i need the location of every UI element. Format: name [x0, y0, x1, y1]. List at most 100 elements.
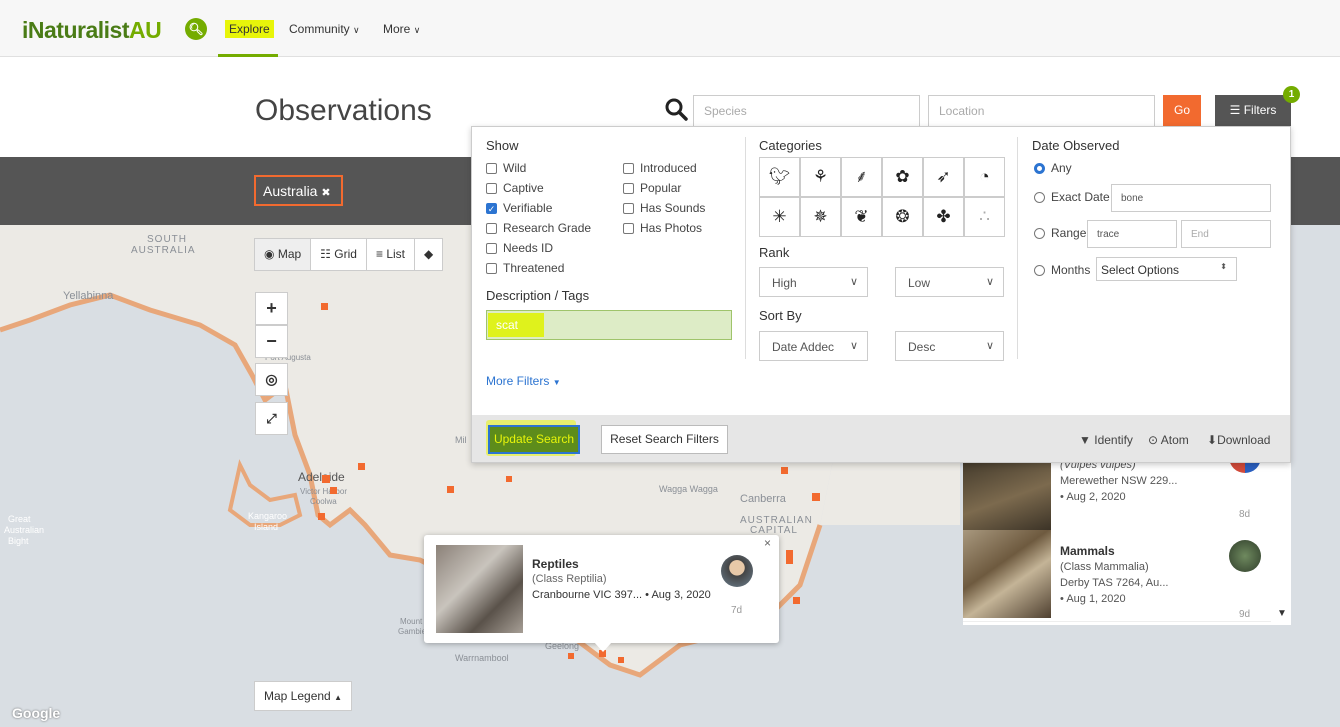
plant-icon[interactable]: ❦ [841, 197, 882, 237]
fullscreen-icon[interactable]: ⤢ [255, 402, 288, 435]
place-chip[interactable]: Australia ✖ [254, 175, 343, 206]
zoom-out-button[interactable]: − [255, 325, 288, 358]
radio-dot[interactable] [1034, 264, 1045, 276]
download-link[interactable]: ⬇Download [1207, 433, 1270, 447]
rank-high-select[interactable]: High ∨ [759, 267, 868, 297]
site-logo[interactable]: iNaturalistAU [22, 17, 162, 44]
exact-date-input[interactable]: bone [1111, 184, 1271, 212]
checkbox-label: Popular [640, 181, 682, 195]
checkbox-wild[interactable]: Wild [486, 161, 526, 175]
radio-any[interactable]: Any [1034, 161, 1072, 175]
observation-marker[interactable] [506, 476, 512, 482]
protozoa-icon[interactable]: ✤ [923, 197, 964, 237]
observation-marker[interactable] [793, 597, 800, 604]
checkbox-box[interactable] [486, 262, 497, 274]
observation-marker[interactable] [568, 653, 574, 659]
checkbox-box[interactable]: ✓ [486, 202, 497, 214]
scroll-down-icon[interactable]: ▼ [1277, 608, 1287, 619]
checkbox-introduced[interactable]: Introduced [623, 161, 697, 175]
reptile-icon[interactable]: ⸙ [841, 157, 882, 197]
fungi-icon[interactable]: ❂ [882, 197, 923, 237]
avatar[interactable] [1229, 540, 1261, 572]
range-end-input[interactable]: End [1181, 220, 1271, 248]
checkbox-box[interactable] [623, 162, 634, 174]
locate-icon[interactable]: ◎ [255, 363, 288, 396]
location-input[interactable]: Location [928, 95, 1155, 127]
nav-explore[interactable]: Explore [225, 20, 274, 38]
checkbox-box[interactable] [623, 182, 634, 194]
tab-map[interactable]: ◉ Map [255, 239, 312, 270]
checkbox-has-sounds[interactable]: Has Sounds [623, 201, 705, 215]
observation-marker[interactable] [318, 513, 325, 520]
mammal-icon[interactable]: ✿ [882, 157, 923, 197]
range-start-input[interactable]: trace [1087, 220, 1177, 248]
checkbox-verifiable[interactable]: ✓ Verifiable [486, 201, 552, 215]
tab-grid[interactable]: ☷ Grid [311, 239, 367, 270]
nav-more[interactable]: More ∨ [383, 22, 420, 36]
checkbox-box[interactable] [623, 222, 634, 234]
search-icon[interactable]: 🔍︎ [185, 18, 207, 40]
radio-dot[interactable] [1034, 227, 1045, 239]
observation-popup[interactable]: Reptiles (Class Reptilia) Cranbourne VIC… [424, 535, 779, 643]
unknown-icon[interactable]: ∴ [964, 197, 1005, 237]
atom-link[interactable]: ⊙ Atom [1148, 433, 1189, 447]
map-label: Kangaroo [248, 511, 288, 521]
sort-order-select[interactable]: Desc ∨ [895, 331, 1004, 361]
radio-dot[interactable] [1034, 162, 1045, 174]
checkbox-box[interactable] [486, 162, 497, 174]
months-select[interactable]: Select Options ⬍ [1096, 257, 1237, 281]
identify-link[interactable]: ▼ Identify [1079, 433, 1133, 447]
nav-community[interactable]: Community ∨ [289, 22, 360, 36]
radio-exact-date[interactable]: Exact Date [1034, 190, 1110, 204]
more-filters-link[interactable]: More Filters ▼ [486, 374, 561, 388]
checkbox-research-grade[interactable]: Research Grade [486, 221, 591, 235]
checkbox-popular[interactable]: Popular [623, 181, 681, 195]
observation-marker[interactable] [330, 487, 337, 494]
mollusk-icon[interactable]: ◔ [964, 157, 1005, 197]
list-item[interactable]: Mammals (Class Mammalia) Derby TAS 7264,… [963, 530, 1271, 622]
checkbox-box[interactable] [486, 242, 497, 254]
observation-marker[interactable] [812, 493, 820, 501]
popup-taxon-name[interactable]: Reptiles [532, 557, 579, 571]
observation-marker[interactable] [781, 467, 788, 474]
zoom-in-button[interactable]: + [255, 292, 288, 325]
checkbox-box[interactable] [623, 202, 634, 214]
checkbox-has-photos[interactable]: Has Photos [623, 221, 702, 235]
checkbox-captive[interactable]: Captive [486, 181, 544, 195]
update-search-button[interactable]: Update Search [488, 425, 580, 454]
checkbox-needs-id[interactable]: Needs ID [486, 241, 553, 255]
species-input[interactable]: Species [693, 95, 920, 127]
tab-list[interactable]: ≡ List [366, 239, 415, 270]
observation-photo[interactable] [436, 545, 523, 633]
observation-thumbnail[interactable] [963, 530, 1051, 618]
observation-marker[interactable] [358, 463, 365, 470]
radio-dot[interactable] [1034, 191, 1045, 203]
bird-icon[interactable]: 🐦︎ [759, 157, 800, 197]
category-grid: 🐦︎ ⚘ ⸙ ✿ ➶ ◔ ✳ ✵ ❦ ❂ ✤ ∴ [759, 157, 1005, 237]
fish-icon[interactable]: ➶ [923, 157, 964, 197]
amphibian-icon[interactable]: ⚘ [800, 157, 841, 197]
close-icon[interactable]: × [764, 536, 771, 550]
observation-marker[interactable] [322, 475, 330, 483]
radio-months[interactable]: Months [1034, 263, 1090, 277]
rank-low-select[interactable]: Low ∨ [895, 267, 1004, 297]
radio-range[interactable]: Range [1034, 226, 1086, 240]
layers-button[interactable]: ◆ [415, 239, 443, 270]
go-button[interactable]: Go [1163, 95, 1201, 126]
observation-marker[interactable] [618, 657, 624, 663]
checkbox-threatened[interactable]: Threatened [486, 261, 564, 275]
arachnid-icon[interactable]: ✳ [759, 197, 800, 237]
observation-marker[interactable] [321, 303, 328, 310]
close-circle-icon[interactable]: ✖ [321, 187, 330, 199]
map-legend-button[interactable]: Map Legend ▲ [254, 681, 352, 711]
filters-button[interactable]: ☰ Filters [1215, 95, 1291, 126]
sort-by-select[interactable]: Date Addec ∨ [759, 331, 868, 361]
avatar[interactable] [721, 555, 753, 587]
map-label: Wagga Wagga [659, 484, 718, 494]
reset-search-filters-button[interactable]: Reset Search Filters [601, 425, 728, 454]
observation-marker[interactable] [447, 486, 454, 493]
observation-marker[interactable] [786, 550, 793, 564]
insect-icon[interactable]: ✵ [800, 197, 841, 237]
checkbox-box[interactable] [486, 222, 497, 234]
checkbox-box[interactable] [486, 182, 497, 194]
